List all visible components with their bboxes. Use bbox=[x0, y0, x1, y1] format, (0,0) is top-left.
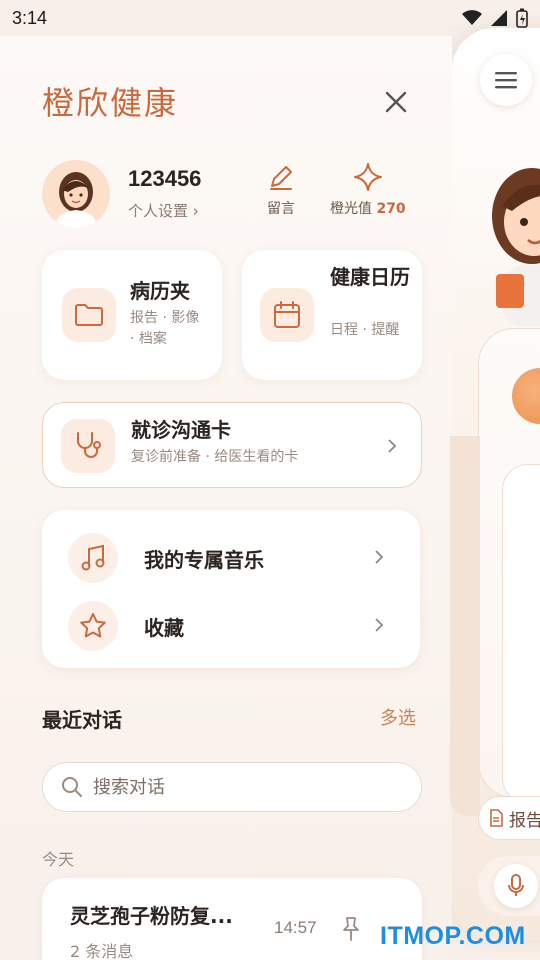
background-inner-card bbox=[502, 464, 540, 804]
report-chip[interactable]: 报告 bbox=[478, 796, 540, 840]
chevron-right-icon bbox=[388, 439, 397, 453]
conversation-item[interactable]: 灵芝孢子粉防复... 2 条消息 14:57 bbox=[42, 878, 422, 960]
music-icon-wrap bbox=[68, 533, 118, 583]
records-card[interactable]: 病历夹 报告 · 影像 · 档案 bbox=[42, 250, 222, 380]
folder-icon bbox=[75, 304, 103, 326]
conversation-time: 14:57 bbox=[274, 918, 317, 937]
favorites-label: 收藏 bbox=[144, 616, 184, 640]
hamburger-menu-button[interactable] bbox=[480, 54, 532, 106]
user-avatar-icon bbox=[42, 160, 110, 228]
consult-icon-tile bbox=[61, 419, 115, 473]
app-title: 橙欣健康 bbox=[42, 84, 179, 122]
star-icon-wrap bbox=[68, 601, 118, 651]
conversation-title: 灵芝孢子粉防复... bbox=[70, 904, 233, 928]
mic-button[interactable] bbox=[494, 864, 538, 908]
search-box[interactable] bbox=[42, 762, 422, 812]
calendar-icon-tile bbox=[260, 288, 314, 342]
health-calendar-title: 健康日历 bbox=[330, 265, 410, 289]
records-icon-tile bbox=[62, 288, 116, 342]
message-label: 留言 bbox=[267, 201, 295, 217]
list-item-music[interactable]: 我的专属音乐 bbox=[42, 524, 420, 590]
report-chip-label: 报告 bbox=[509, 810, 540, 831]
glow-points-button[interactable]: 橙光值 270 bbox=[330, 162, 406, 218]
glow-points-value: 270 bbox=[376, 201, 406, 217]
status-icons bbox=[462, 8, 528, 28]
assistant-avatar-illustration bbox=[482, 156, 540, 326]
user-id: 123456 bbox=[128, 166, 202, 191]
message-button[interactable]: 留言 bbox=[266, 162, 296, 218]
music-icon bbox=[81, 544, 105, 571]
mic-icon bbox=[508, 874, 524, 896]
music-label: 我的专属音乐 bbox=[144, 548, 264, 572]
search-input[interactable] bbox=[93, 776, 393, 798]
consult-subtitle: 复诊前准备 · 给医生看的卡 bbox=[131, 449, 299, 465]
star-icon bbox=[80, 613, 106, 638]
search-icon bbox=[62, 777, 82, 797]
recent-conversations-title: 最近对话 bbox=[42, 708, 122, 732]
close-icon bbox=[385, 91, 407, 113]
consult-card[interactable]: 就诊沟通卡 复诊前准备 · 给医生看的卡 bbox=[42, 402, 422, 488]
side-drawer: 橙欣健康 123456 个人设置 › 留言 橙光值 270 病历夹 报告 · 影… bbox=[0, 36, 480, 960]
status-bar: 3:14 bbox=[0, 0, 540, 36]
chevron-right-icon bbox=[375, 618, 384, 632]
calendar-icon bbox=[274, 301, 300, 328]
records-title: 病历夹 bbox=[130, 279, 190, 303]
menu-icon bbox=[495, 72, 517, 89]
watermark: ITMOP.COM bbox=[380, 922, 526, 950]
glow-points-text: 橙光值 bbox=[330, 201, 372, 217]
stethoscope-icon bbox=[77, 432, 101, 458]
menu-list-card: 我的专属音乐 收藏 bbox=[42, 510, 420, 668]
pin-icon[interactable] bbox=[340, 916, 362, 942]
records-subtitle: 报告 · 影像 · 档案 bbox=[130, 310, 200, 347]
conversation-message-count: 2 条消息 bbox=[70, 942, 134, 960]
list-item-favorites[interactable]: 收藏 bbox=[42, 592, 420, 658]
battery-icon bbox=[516, 8, 528, 28]
pencil-icon bbox=[270, 166, 292, 190]
consult-title: 就诊沟通卡 bbox=[131, 418, 231, 442]
group-label-today: 今天 bbox=[42, 850, 75, 869]
health-calendar-card[interactable]: 健康日历 日程 · 提醒 bbox=[242, 250, 422, 380]
document-icon bbox=[490, 809, 503, 827]
signal-icon bbox=[491, 10, 507, 26]
personal-settings-link[interactable]: 个人设置 › bbox=[128, 200, 199, 221]
glow-points-label: 橙光值 270 bbox=[330, 198, 406, 218]
sparkle-icon bbox=[353, 163, 382, 191]
status-time: 3:14 bbox=[12, 7, 48, 28]
close-button[interactable] bbox=[380, 86, 412, 118]
chevron-right-icon bbox=[375, 550, 384, 564]
avatar[interactable] bbox=[42, 160, 110, 228]
wifi-icon bbox=[462, 10, 482, 25]
voice-input-bar[interactable] bbox=[478, 856, 540, 916]
multi-select-button[interactable]: 多选 bbox=[380, 704, 416, 730]
health-calendar-subtitle: 日程 · 提醒 bbox=[330, 322, 400, 338]
